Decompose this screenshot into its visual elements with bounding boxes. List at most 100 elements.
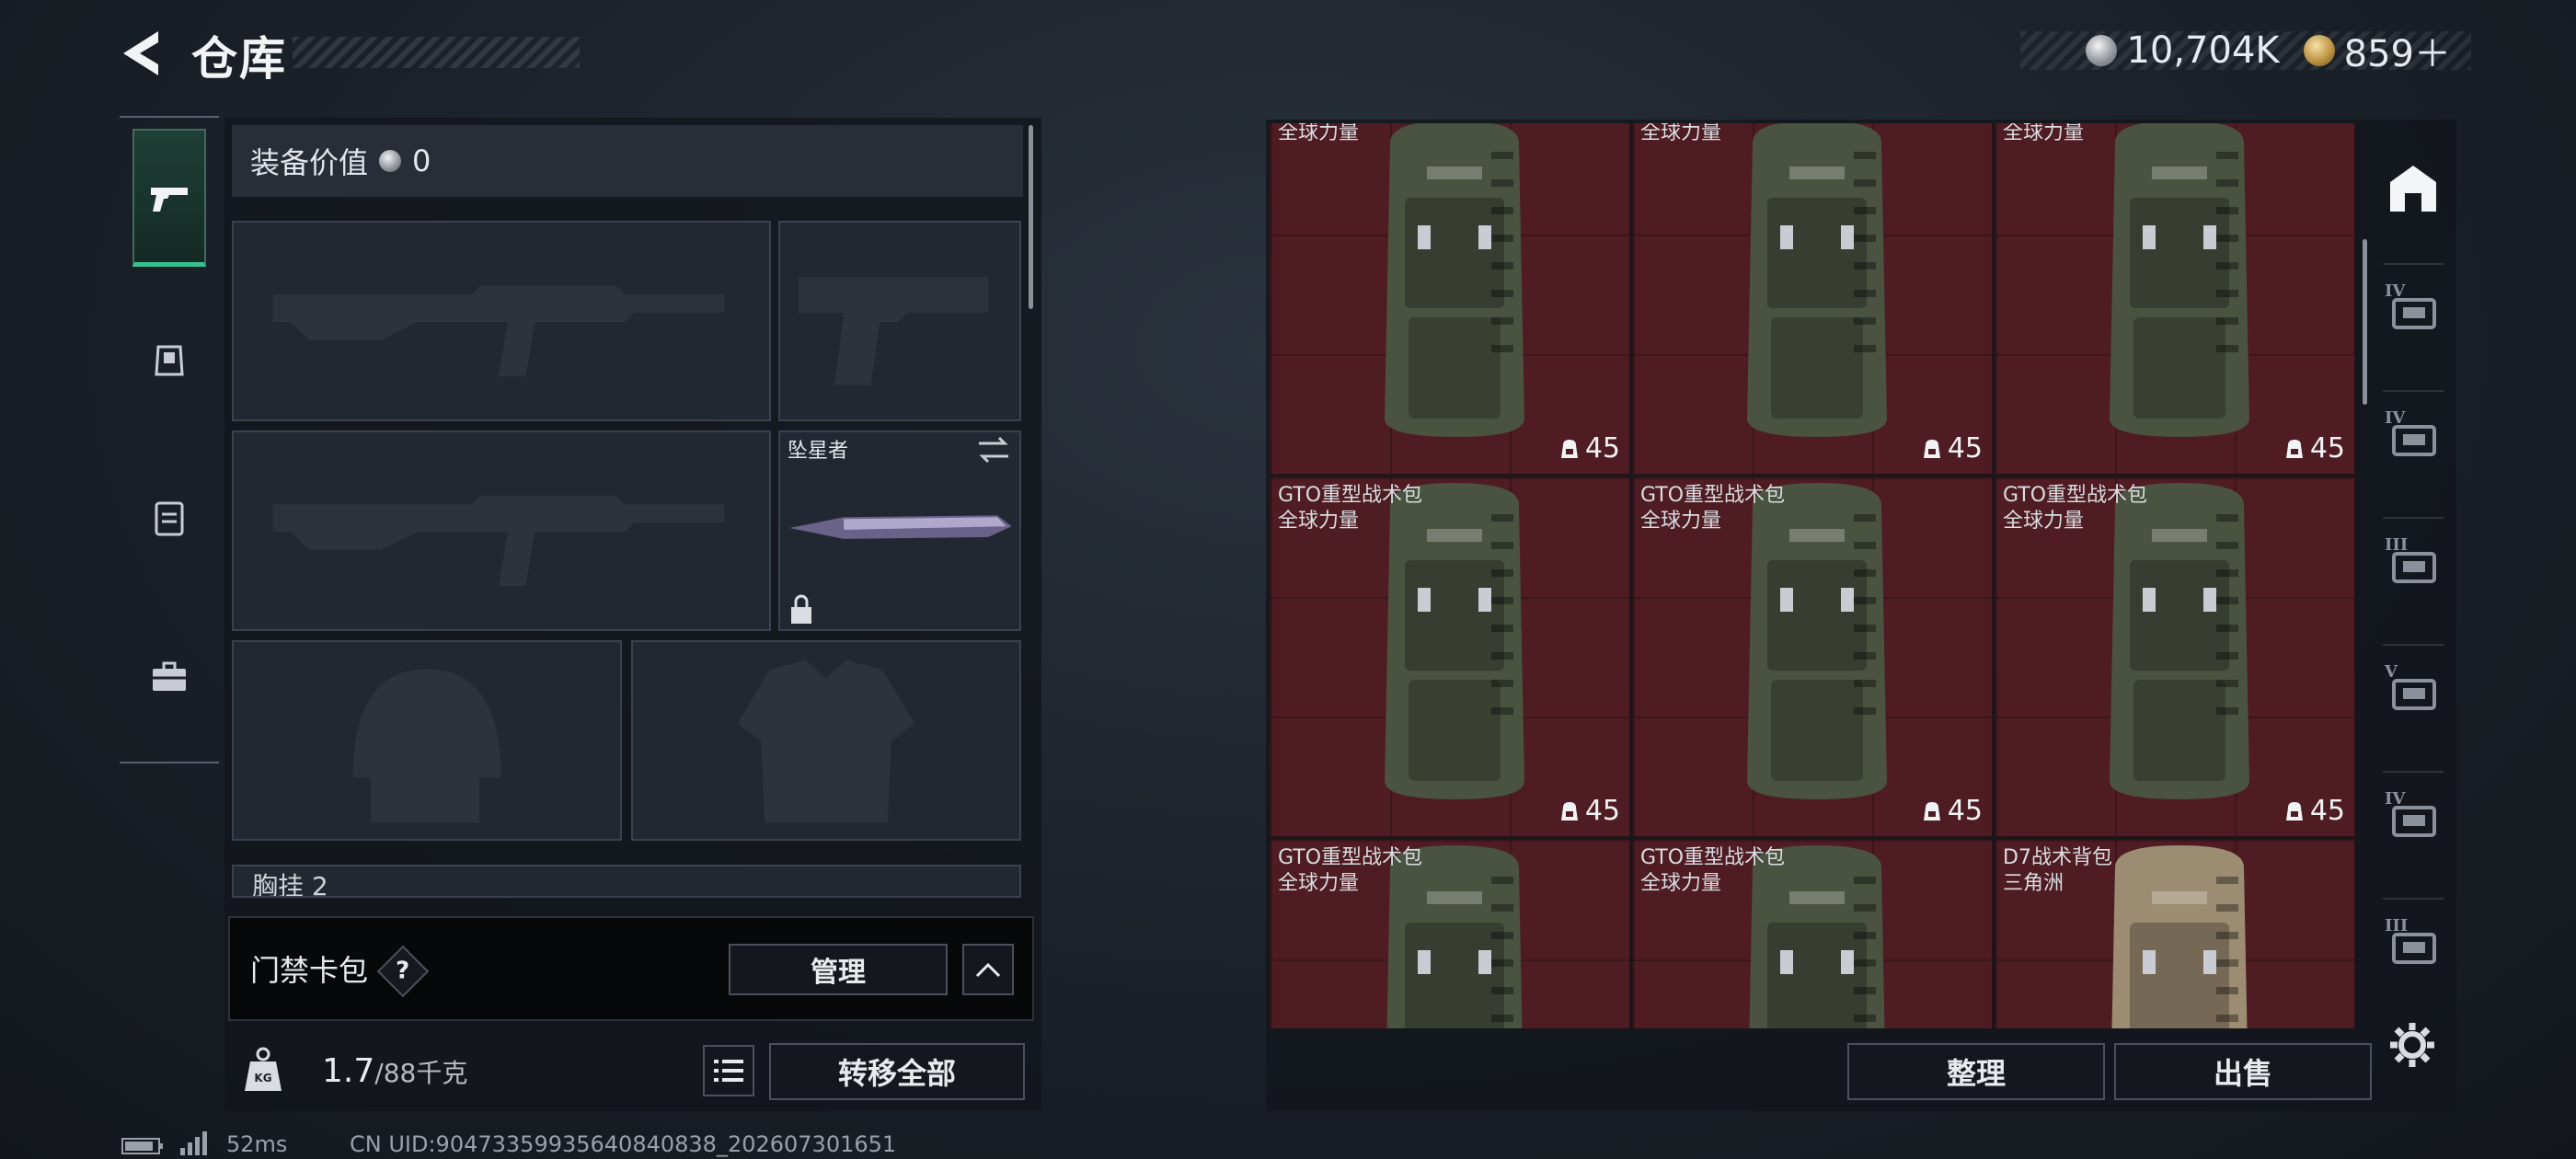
rail-separator [2383, 390, 2444, 392]
list-icon [714, 1060, 743, 1082]
item-name: GTO重型战术包 [1278, 484, 1423, 507]
equipment-value-row: 装备价值 0 [232, 125, 1023, 197]
storage-item[interactable]: GTO重型战术包 全球力量 45 [1632, 476, 1993, 837]
item-name: GTO重型战术包 [1640, 846, 1786, 869]
backpack-icon [1747, 123, 1887, 437]
chest-rig-row[interactable]: 胸挂 2 [232, 865, 1021, 898]
signal-icon [180, 1131, 207, 1155]
equipment-value: 0 [412, 143, 431, 178]
item-faction-tag: 全球力量 [1640, 510, 1722, 533]
back-arrow-icon[interactable] [118, 28, 164, 79]
item-faction-tag: 全球力量 [1278, 872, 1360, 895]
item-capacity: 45 [1922, 432, 1983, 465]
manage-button[interactable]: 管理 [729, 944, 948, 995]
storage-item[interactable]: GTO重型战术包 全球力量 45 [1270, 476, 1630, 837]
equipment-value-label: 装备价值 [250, 145, 369, 180]
helmet-slot[interactable] [232, 640, 622, 841]
helmet-silhouette-icon [352, 669, 501, 823]
settings-gear-icon[interactable] [2388, 1021, 2436, 1069]
pistol-slot[interactable] [778, 221, 1021, 421]
rail-separator [2383, 263, 2444, 265]
weight-badge: KG [254, 1072, 271, 1084]
storage-item[interactable]: 全球力量 45 [1632, 123, 1993, 475]
list-view-button[interactable] [703, 1045, 754, 1096]
container-tier-icon[interactable]: V [2381, 657, 2445, 721]
storage-scrollbar[interactable] [2363, 239, 2367, 405]
primary-weapon-slot[interactable] [232, 221, 771, 421]
item-name: GTO重型战术包 [1640, 484, 1786, 507]
item-faction-tag: 全球力量 [2003, 123, 2085, 144]
item-count: 45 [2309, 432, 2345, 465]
backpack-icon [1385, 123, 1524, 437]
capacity-bag-icon [1560, 439, 1578, 458]
item-faction-tag: 三角洲 [2003, 872, 2064, 895]
transfer-all-button[interactable]: 转移全部 [769, 1043, 1025, 1100]
sell-button[interactable]: 出售 [2114, 1043, 2372, 1100]
rifle-silhouette-icon [272, 285, 725, 376]
sort-button[interactable]: 整理 [1847, 1043, 2105, 1100]
storage-item[interactable]: D7战术背包 三角洲 [1995, 839, 2355, 1028]
weight-current: 1.7 [322, 1052, 375, 1090]
item-capacity: 45 [1559, 432, 1620, 465]
item-count: 45 [1947, 795, 1983, 827]
rifle-silhouette-icon [272, 495, 725, 586]
silver-coin-icon [2086, 35, 2118, 66]
ping-text: 52ms [226, 1131, 288, 1157]
storage-item[interactable]: GTO重型战术包 全球力量 45 [1995, 476, 2355, 837]
item-capacity: 45 [1559, 795, 1620, 827]
svg-text:IV: IV [2385, 281, 2406, 301]
secondary-weapon-slot[interactable] [232, 430, 771, 631]
storage-item[interactable]: 全球力量 45 [1270, 123, 1630, 475]
title-decoration [293, 37, 580, 68]
storage-item-label: 全球力量 [1640, 123, 1721, 146]
container-tier-icon[interactable]: III [2381, 911, 2445, 975]
storage-item[interactable]: GTO重型战术包 全球力量 [1632, 839, 1993, 1028]
helmet-bag-icon [155, 345, 184, 376]
gold-amount: 859＋ [2343, 33, 2451, 75]
svg-text:III: III [2385, 916, 2408, 935]
chest-rig-count: 2 [311, 871, 328, 898]
silver-amount: 10,704K [2126, 29, 2280, 72]
tab-backpack[interactable] [132, 449, 206, 587]
capacity-bag-icon [2285, 439, 2303, 458]
storage-item[interactable]: 全球力量 45 [1995, 123, 2355, 475]
item-capacity: 45 [2284, 432, 2345, 465]
svg-text:V: V [2384, 662, 2398, 682]
backpack-icon [2110, 123, 2249, 437]
svg-text:IV: IV [2385, 408, 2406, 428]
tab-gear[interactable] [132, 291, 206, 429]
capacity-bag-icon [1923, 801, 1940, 820]
tab-weapons[interactable] [132, 129, 206, 267]
container-tier-icon[interactable]: IV [2381, 276, 2445, 340]
storage-item-label: 全球力量 [2003, 123, 2084, 146]
svg-text:III: III [2385, 535, 2408, 555]
collapse-button[interactable] [962, 944, 1014, 995]
container-tier-icon[interactable]: III [2381, 530, 2445, 594]
item-faction-tag: 全球力量 [1640, 123, 1722, 144]
armor-vest-silhouette-icon [737, 660, 915, 823]
swap-icon[interactable] [975, 434, 1012, 465]
currency-bar: 10,704K 859＋ [2020, 29, 2471, 75]
storage-item-label: GTO重型战术包 全球力量 [1640, 483, 1785, 534]
item-name: GTO重型战术包 [2003, 484, 2148, 507]
container-tier-icon[interactable]: IV [2381, 784, 2445, 848]
keycard-label: 门禁卡包 [250, 953, 369, 988]
equipment-scrollbar[interactable] [1029, 125, 1033, 309]
tab-toolbox[interactable] [132, 607, 206, 745]
container-tier-icon[interactable]: IV [2381, 403, 2445, 467]
gold-coin-icon [2303, 35, 2335, 66]
warehouse-icon[interactable] [2381, 156, 2445, 221]
chevron-up-icon [975, 962, 1001, 978]
storage-grid: 全球力量 45 全球力量 45 全球力量 45 GTO重型战术包 全球力量 45 GTO重型战术包… [1270, 123, 2357, 1028]
storage-item-label: 全球力量 [1278, 123, 1359, 146]
storage-item-label: GTO重型战术包 全球力量 [1640, 845, 1785, 897]
toolbox-icon [153, 661, 186, 691]
storage-item[interactable]: GTO重型战术包 全球力量 [1270, 839, 1630, 1028]
item-capacity: 45 [1922, 795, 1983, 827]
battery-icon [121, 1138, 163, 1154]
silver-coin-icon [379, 150, 402, 172]
gold-currency[interactable]: 859＋ [2303, 24, 2451, 77]
lock-icon [791, 594, 811, 624]
silver-currency[interactable]: 10,704K [2086, 29, 2280, 72]
armor-slot[interactable] [631, 640, 1021, 841]
